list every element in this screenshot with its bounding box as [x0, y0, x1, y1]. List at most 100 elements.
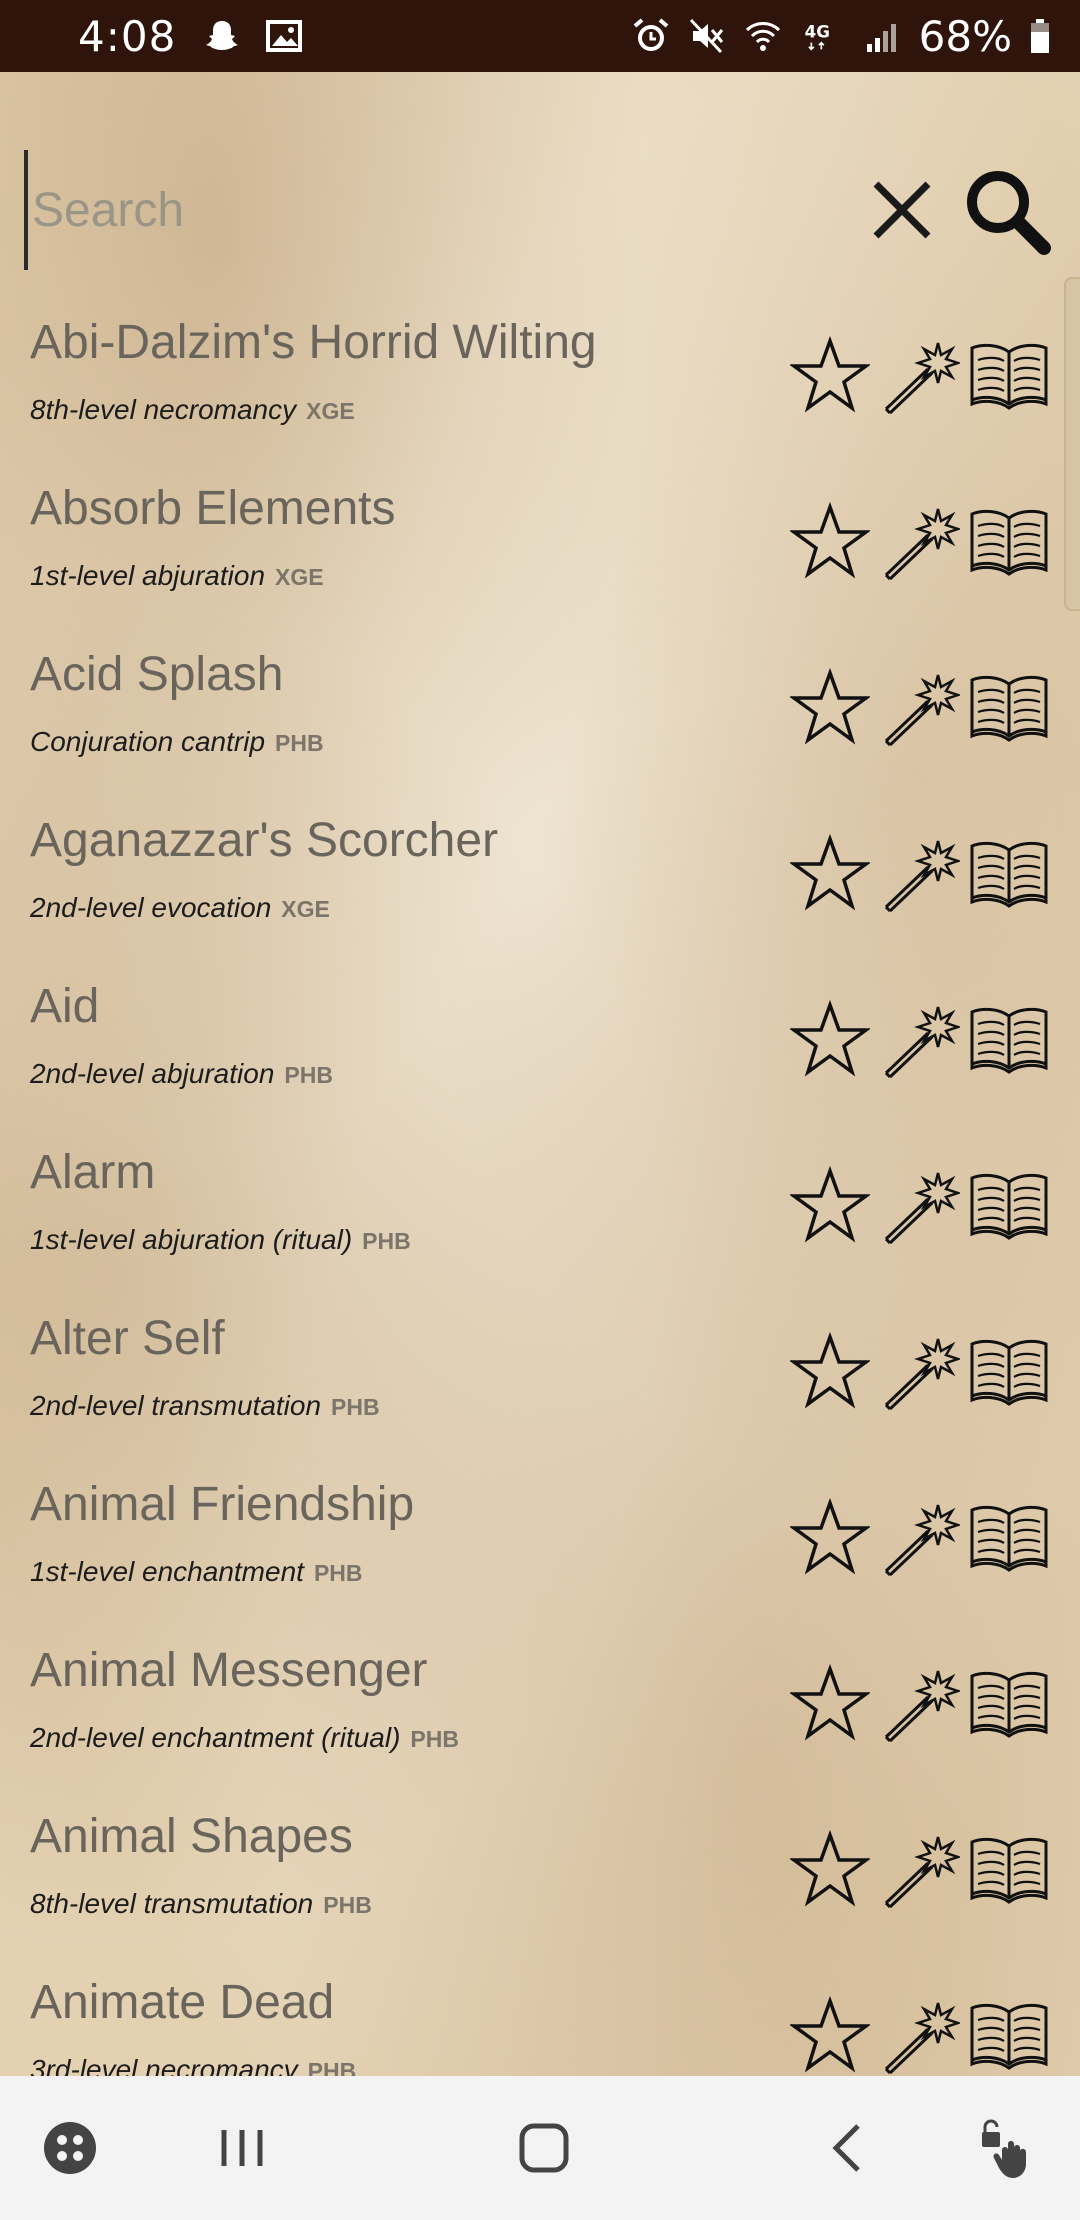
prepared-button[interactable] [880, 1331, 960, 1411]
recent-apps-button[interactable] [206, 2112, 278, 2184]
prepared-button[interactable] [880, 1165, 960, 1245]
book-icon [970, 1837, 1048, 1904]
spell-meta: Conjuration cantrip PHB [30, 726, 324, 758]
spell-actions [790, 1331, 1050, 1411]
star-icon [790, 1165, 870, 1243]
favorite-button[interactable] [790, 999, 870, 1079]
prepared-button[interactable] [880, 667, 960, 747]
spell-source: XGE [275, 564, 324, 590]
known-button[interactable] [968, 1668, 1050, 1738]
spell-row[interactable]: Animal Shapes 8th-level transmutation PHB [0, 1771, 1080, 1937]
spell-source: XGE [281, 896, 330, 922]
recent-apps-icon [221, 2130, 263, 2166]
spell-meta: 1st-level abjuration (ritual) PHB [30, 1224, 411, 1256]
mute-icon [687, 16, 727, 56]
known-button[interactable] [968, 1336, 1050, 1406]
battery-percentage: 68% [918, 11, 1012, 61]
spell-type: 2nd-level abjuration [30, 1058, 275, 1089]
spell-type: 3rd-level necromancy [30, 2054, 298, 2076]
spell-row[interactable]: Aganazzar's Scorcher 2nd-level evocation X… [0, 775, 1080, 941]
signal-icon [863, 16, 903, 56]
spell-meta: 1st-level abjuration XGE [30, 560, 324, 592]
search-input[interactable] [24, 150, 824, 270]
spell-row[interactable]: Alarm 1st-level abjuration (ritual) PHB [0, 1107, 1080, 1273]
prepared-button[interactable] [880, 999, 960, 1079]
known-button[interactable] [968, 1170, 1050, 1240]
spell-meta: 1st-level enchantment PHB [30, 1556, 363, 1588]
prepared-button[interactable] [880, 501, 960, 581]
book-icon [970, 1339, 1048, 1406]
favorite-button[interactable] [790, 501, 870, 581]
spell-type: 1st-level abjuration (ritual) [30, 1224, 353, 1255]
star-icon [790, 1663, 870, 1741]
prepared-button[interactable] [880, 1663, 960, 1743]
known-button[interactable] [968, 1502, 1050, 1572]
spell-type: Conjuration cantrip [30, 726, 266, 757]
spell-row[interactable]: Animate Dead 3rd-level necromancy PHB [0, 1937, 1080, 2076]
spell-meta: 2nd-level evocation XGE [30, 892, 330, 924]
prepared-button[interactable] [880, 1829, 960, 1909]
favorite-button[interactable] [790, 1165, 870, 1245]
spell-source: PHB [362, 1228, 411, 1254]
navigation-bar [0, 2076, 1080, 2220]
book-icon [970, 343, 1048, 410]
favorite-button[interactable] [790, 1995, 870, 2075]
spell-row[interactable]: Absorb Elements 1st-level abjuration XGE [0, 443, 1080, 609]
search-button[interactable] [960, 164, 1052, 256]
prepared-button[interactable] [880, 335, 960, 415]
spell-name: Animal Friendship [30, 1478, 415, 1531]
spell-actions [790, 335, 1050, 415]
favorite-button[interactable] [790, 1497, 870, 1577]
spell-name: Animal Messenger [30, 1644, 428, 1697]
spell-actions [790, 1165, 1050, 1245]
spell-actions [790, 999, 1050, 1079]
known-button[interactable] [968, 1004, 1050, 1074]
spell-name: Abi-Dalzim's Horrid Wilting [30, 316, 597, 369]
book-icon [970, 675, 1048, 742]
spell-row[interactable]: Alter Self 2nd-level transmutation PHB [0, 1273, 1080, 1439]
touch-lock-icon [982, 2119, 1026, 2178]
book-icon [970, 1173, 1048, 1240]
favorite-button[interactable] [790, 1663, 870, 1743]
home-button[interactable] [508, 2112, 580, 2184]
spell-row[interactable]: Acid Splash Conjuration cantrip PHB [0, 609, 1080, 775]
book-icon [970, 1671, 1048, 1738]
prepared-button[interactable] [880, 833, 960, 913]
prepared-button[interactable] [880, 1497, 960, 1577]
spell-actions [790, 833, 1050, 913]
magic-wand-icon [884, 1504, 960, 1577]
known-button[interactable] [968, 838, 1050, 908]
clear-search-button[interactable] [868, 176, 936, 244]
book-icon [970, 1505, 1048, 1572]
back-icon [832, 2124, 860, 2172]
favorite-button[interactable] [790, 335, 870, 415]
spell-type: 8th-level necromancy [30, 394, 297, 425]
favorite-button[interactable] [790, 1331, 870, 1411]
back-button[interactable] [812, 2112, 884, 2184]
spell-source: XGE [306, 398, 355, 424]
touch-lock-button[interactable] [972, 2112, 1044, 2184]
magic-wand-icon [884, 1006, 960, 1079]
spell-row[interactable]: Aid 2nd-level abjuration PHB [0, 941, 1080, 1107]
spell-source: PHB [410, 1726, 459, 1752]
favorite-button[interactable] [790, 1829, 870, 1909]
known-button[interactable] [968, 506, 1050, 576]
star-icon [790, 833, 870, 911]
spell-row[interactable]: Abi-Dalzim's Horrid Wilting 8th-level nec… [0, 277, 1080, 443]
favorite-button[interactable] [790, 667, 870, 747]
spell-row[interactable]: Animal Friendship 1st-level enchantment PH… [0, 1439, 1080, 1605]
star-icon [790, 667, 870, 745]
known-button[interactable] [968, 2000, 1050, 2070]
wifi-icon [743, 16, 783, 56]
game-launcher-button[interactable] [34, 2112, 106, 2184]
known-button[interactable] [968, 340, 1050, 410]
known-button[interactable] [968, 1834, 1050, 1904]
spell-name: Alarm [30, 1146, 156, 1199]
prepared-button[interactable] [880, 1995, 960, 2075]
spell-row[interactable]: Animal Messenger 2nd-level enchantment (r… [0, 1605, 1080, 1771]
status-time: 4:08 [78, 11, 177, 61]
book-icon [970, 1007, 1048, 1074]
favorite-button[interactable] [790, 833, 870, 913]
spell-type: 2nd-level evocation [30, 892, 272, 923]
known-button[interactable] [968, 672, 1050, 742]
